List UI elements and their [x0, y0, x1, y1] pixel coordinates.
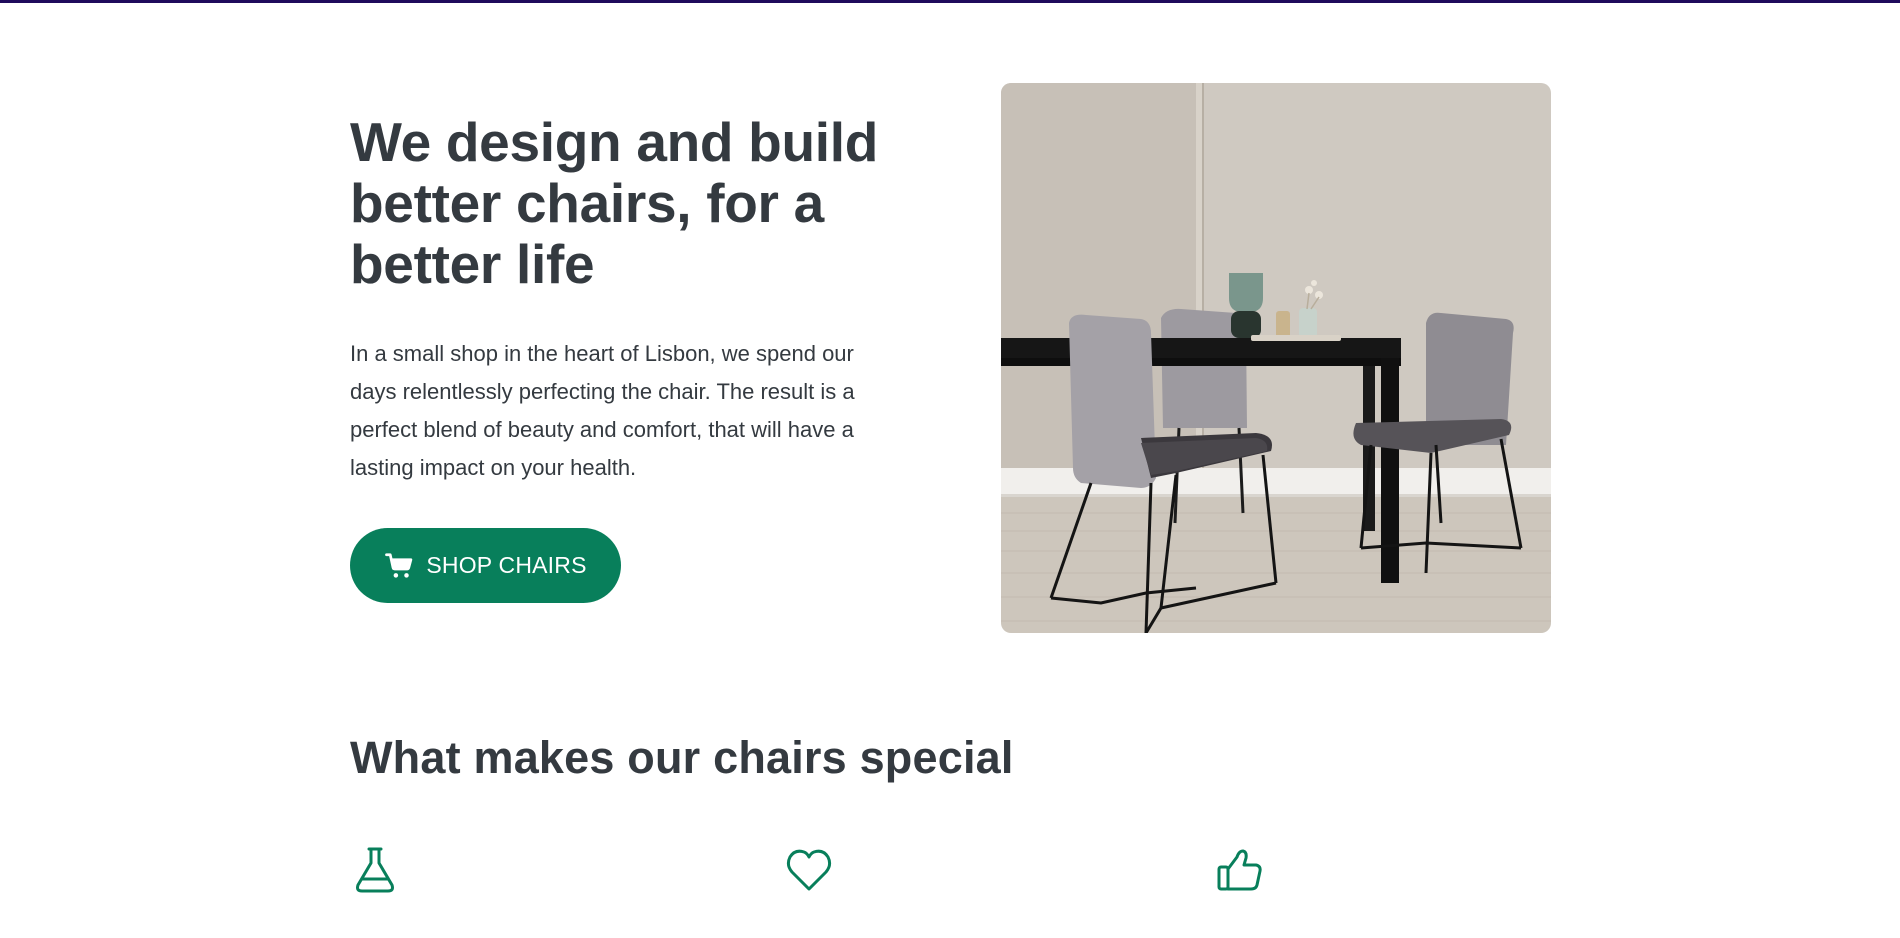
- shop-chairs-button-label: SHOP CHAIRS: [426, 552, 587, 578]
- hero-section: We design and build better chairs, for a…: [350, 83, 1551, 633]
- heart-icon: [784, 845, 834, 895]
- hero-text: We design and build better chairs, for a…: [350, 112, 890, 487]
- hero-title: We design and build better chairs, for a…: [350, 111, 879, 295]
- shop-chairs-button[interactable]: SHOP CHAIRS: [350, 528, 621, 603]
- flask-icon: [350, 845, 400, 895]
- hero-description: In a small shop in the heart of Lisbon, …: [350, 341, 855, 480]
- thumbs-up-icon: [1215, 845, 1265, 895]
- cart-icon: [384, 551, 414, 581]
- features-heading: What makes our chairs special: [350, 732, 1014, 783]
- hero-image-dining-chairs: [1001, 83, 1551, 633]
- top-accent-bar: [0, 0, 1900, 3]
